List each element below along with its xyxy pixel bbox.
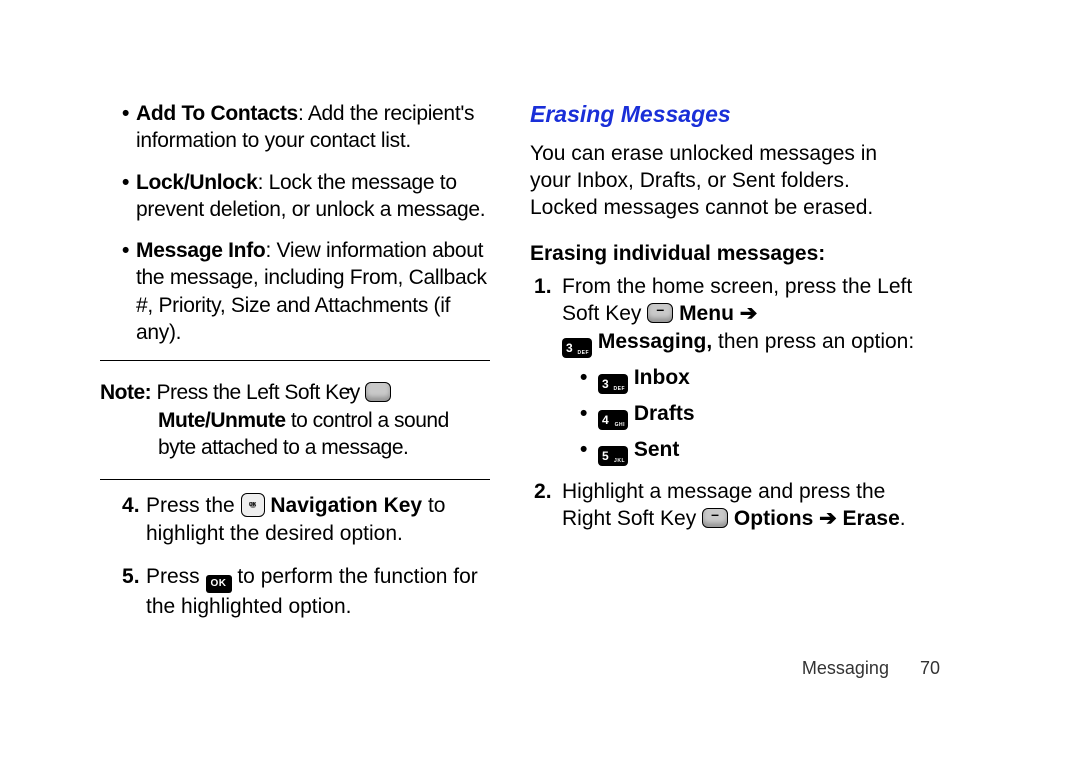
page-footer: Messaging 70	[802, 658, 940, 679]
period: .	[900, 507, 906, 530]
k5n: 5	[602, 449, 609, 463]
steps-list: Press the Navigation Key to highlight th…	[100, 492, 490, 620]
s2-erase: Erase	[843, 507, 900, 530]
key-3-icon: 3 DEF	[562, 338, 592, 358]
note-label: Note:	[100, 381, 151, 404]
option-inbox: 3 DEF Inbox	[580, 364, 920, 394]
note-body: Note: Press the Left Soft Key Mute/Unmut…	[100, 379, 490, 461]
erase-step-1: From the home screen, press the Left Sof…	[534, 273, 920, 466]
arrow-icon: ➔	[819, 507, 837, 530]
ok-key-icon: OK	[206, 575, 232, 593]
inbox-label: Inbox	[634, 366, 690, 389]
intro-paragraph: You can erase unlocked messages in your …	[530, 140, 920, 222]
step4-keylabel: Navigation Key	[270, 494, 422, 517]
erase-steps: From the home screen, press the Left Sof…	[530, 273, 920, 532]
key-3-icon: 3 DEF	[598, 374, 628, 394]
bullet-message-info: Message Info: View information about the…	[122, 237, 490, 346]
option-drafts: 4 GHI Drafts	[580, 400, 920, 430]
bullet-bold: Lock/Unlock	[136, 171, 258, 194]
left-soft-key-icon	[647, 303, 673, 323]
divider-top	[100, 360, 490, 361]
k3n: 3	[602, 377, 609, 391]
right-soft-key-icon	[702, 508, 728, 528]
sent-label: Sent	[634, 438, 680, 461]
note-block: Note: Press the Left Soft Key Mute/Unmut…	[100, 371, 490, 469]
key-3-num: 3	[566, 341, 573, 355]
step-5: Press OK to perform the function for the…	[122, 563, 490, 620]
divider-bottom	[100, 479, 490, 480]
erase-step-2: Highlight a message and press the Right …	[534, 478, 920, 533]
option-keys-list: 3 DEF Inbox 4 GHI Drafts 5 JKL Sent	[562, 364, 920, 466]
k5s: JKL	[614, 459, 625, 464]
option-sent: 5 JKL Sent	[580, 436, 920, 466]
key-4-icon: 4 GHI	[598, 410, 628, 430]
bullet-lock-unlock: Lock/Unlock: Lock the message to prevent…	[122, 169, 490, 224]
bullet-bold: Message Info	[136, 239, 265, 262]
navigation-key-icon	[241, 493, 265, 517]
arrow-icon: ➔	[740, 302, 758, 325]
s1-b: then press an option:	[712, 330, 914, 353]
step-4: Press the Navigation Key to highlight th…	[122, 492, 490, 547]
key-3-sub: DEF	[578, 351, 590, 356]
s1-menu: Menu	[679, 302, 734, 325]
s2-options: Options	[734, 507, 813, 530]
footer-section: Messaging	[802, 658, 889, 678]
section-heading: Erasing Messages	[530, 100, 920, 130]
s1-messaging: Messaging,	[598, 330, 712, 353]
options-bullet-list: Add To Contacts: Add the recipient's inf…	[100, 100, 490, 346]
drafts-label: Drafts	[634, 402, 695, 425]
step5-pre: Press	[146, 565, 206, 588]
bullet-bold: Add To Contacts	[136, 102, 298, 125]
step4-pre: Press the	[146, 494, 241, 517]
left-soft-key-icon	[365, 382, 391, 402]
manual-page: Add To Contacts: Add the recipient's inf…	[0, 0, 1080, 771]
left-column: Add To Contacts: Add the recipient's inf…	[100, 100, 490, 731]
k3s: DEF	[614, 387, 626, 392]
key-5-icon: 5 JKL	[598, 446, 628, 466]
footer-page-number: 70	[920, 658, 940, 679]
right-column: Erasing Messages You can erase unlocked …	[530, 100, 920, 731]
note-mute: Mute/Unmute	[158, 409, 286, 432]
s1-a: From the home screen, press the Left Sof…	[562, 275, 912, 325]
bullet-add-to-contacts: Add To Contacts: Add the recipient's inf…	[122, 100, 490, 155]
k4s: GHI	[615, 423, 625, 428]
note-pre: Press the Left Soft Key	[157, 381, 366, 404]
sub-heading: Erasing individual messages:	[530, 240, 920, 267]
k4n: 4	[602, 413, 609, 427]
